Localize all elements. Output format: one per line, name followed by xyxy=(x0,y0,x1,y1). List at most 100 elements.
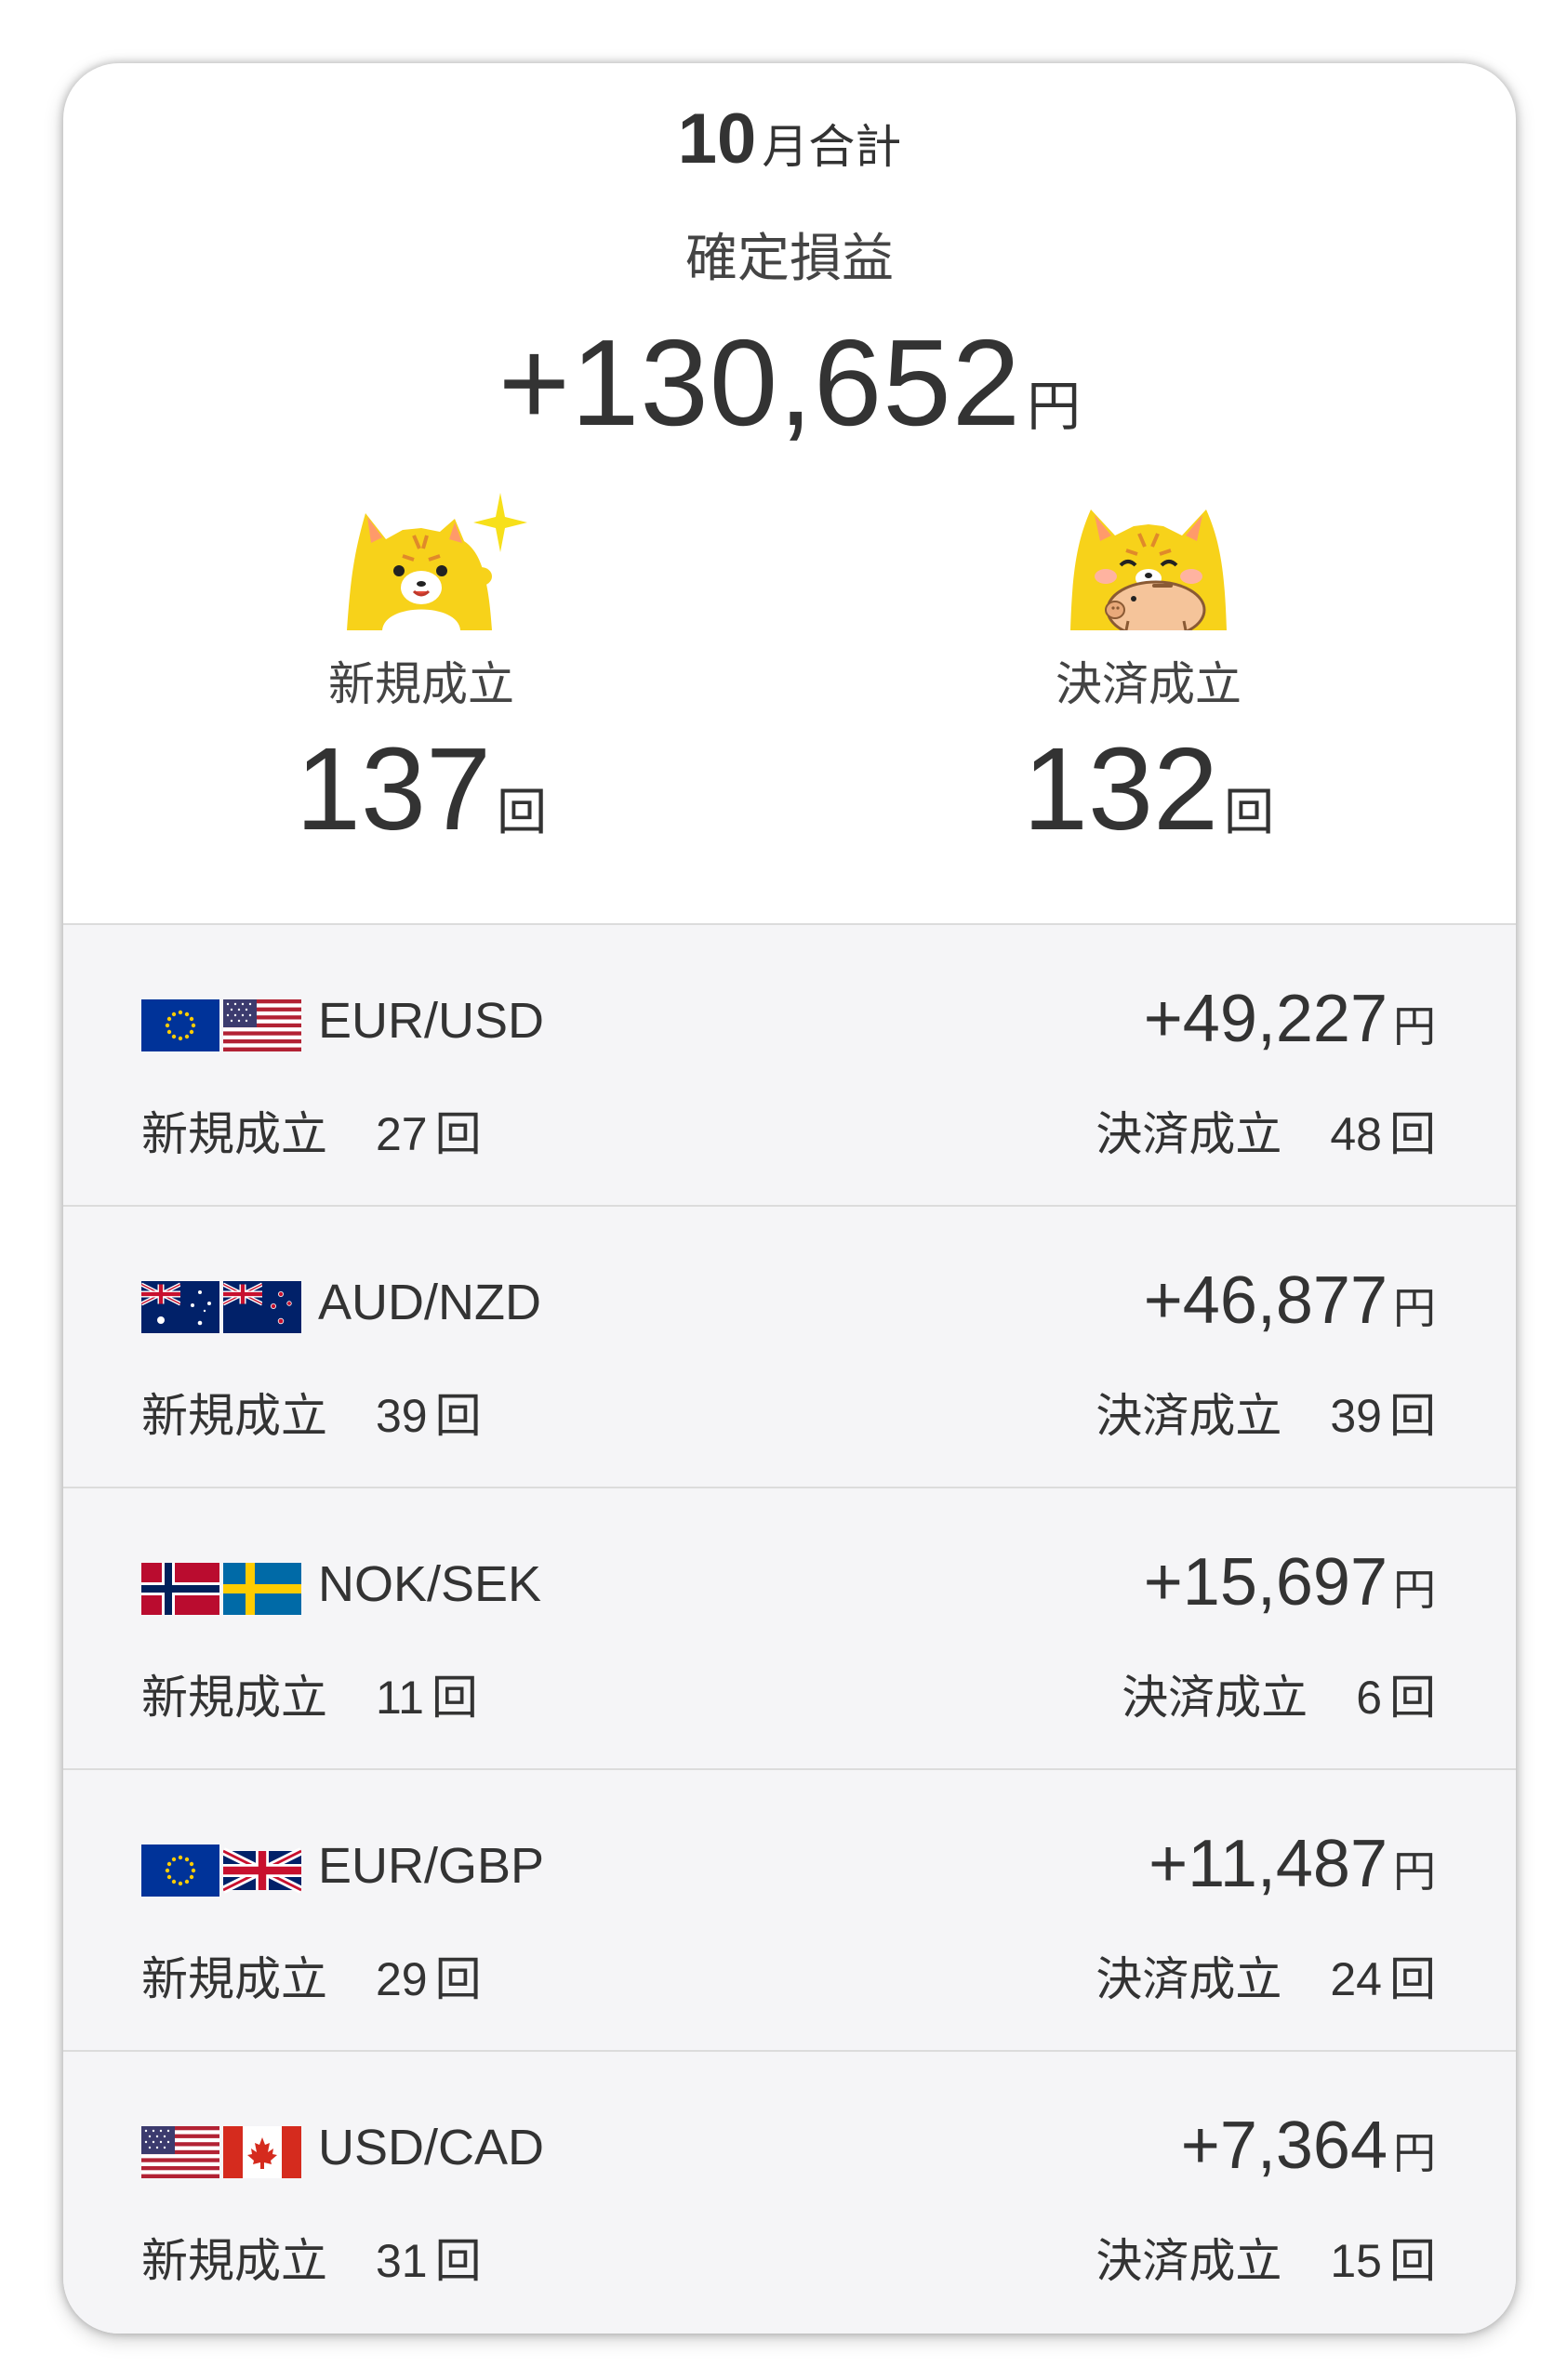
se-flag-icon xyxy=(223,1563,301,1615)
settled-orders-label: 決済成立 xyxy=(1056,658,1242,710)
count-unit: 回 xyxy=(434,2235,482,2287)
new-orders-label: 新規成立 xyxy=(141,1390,327,1442)
new-orders-count: 27 xyxy=(376,1108,428,1160)
pair-new-orders: 新規成立 39 回 xyxy=(141,1379,482,1446)
gb-flag-icon xyxy=(223,1844,301,1897)
pair-flags xyxy=(141,1844,301,1897)
settled-orders-label: 決済成立 xyxy=(1096,1953,1282,2005)
pair-settled-orders: 決済成立 48 回 xyxy=(1096,1097,1436,1164)
pair-flags xyxy=(141,2126,301,2178)
currency-pair-row[interactable]: AUD/NZD +46,877 円 新規成立 39 回 決済成立 39 回 xyxy=(63,1205,1516,1487)
pair-profit: +11,487 円 xyxy=(1149,1826,1436,1902)
count-unit: 回 xyxy=(434,1390,482,1442)
realized-pl-value: +130,652 xyxy=(498,314,1022,451)
settled-orders-count: 15 xyxy=(1330,2235,1382,2287)
pair-profit-value: +15,697 xyxy=(1143,1545,1388,1620)
new-orders-count: 31 xyxy=(376,2235,428,2287)
pair-name: EUR/GBP xyxy=(318,1838,545,1894)
pair-name: EUR/USD xyxy=(318,993,545,1049)
count-unit: 回 xyxy=(434,1108,482,1160)
new-orders-label: 新規成立 xyxy=(328,658,514,710)
new-orders-label: 新規成立 xyxy=(141,1672,327,1724)
pair-profit: +49,227 円 xyxy=(1144,981,1436,1057)
new-orders-stat: 新規成立 137 回 xyxy=(189,491,654,856)
count-unit: 回 xyxy=(434,1953,482,2005)
nz-flag-icon xyxy=(223,1281,301,1333)
au-flag-icon xyxy=(141,1281,219,1333)
new-orders-count: 137 xyxy=(295,723,492,854)
count-unit: 回 xyxy=(497,785,548,840)
pair-profit-value: +11,487 xyxy=(1149,1827,1388,1901)
pair-new-orders: 新規成立 29 回 xyxy=(141,1942,482,2009)
pair-new-orders: 新規成立 27 回 xyxy=(141,1097,482,1164)
no-flag-icon xyxy=(141,1563,219,1615)
count-unit: 回 xyxy=(1389,1108,1436,1160)
count-unit: 回 xyxy=(431,1672,478,1724)
pair-flags xyxy=(141,1281,301,1333)
settled-orders-count: 48 xyxy=(1330,1108,1382,1160)
pair-profit: +7,364 円 xyxy=(1181,2108,1436,2184)
settled-orders-count: 39 xyxy=(1330,1390,1382,1442)
pair-settled-orders: 決済成立 15 回 xyxy=(1096,2224,1436,2291)
count-unit: 回 xyxy=(1389,2235,1436,2287)
month-heading: 10 月合計 xyxy=(63,99,1516,179)
count-unit: 回 xyxy=(1389,1672,1436,1724)
currency-pair-row[interactable]: EUR/USD +49,227 円 新規成立 27 回 決済成立 48 回 xyxy=(63,923,1516,1205)
pair-profit-value: +49,227 xyxy=(1143,982,1388,1056)
new-orders-label: 新規成立 xyxy=(141,1108,327,1160)
us-flag-icon xyxy=(223,999,301,1051)
settled-orders-label: 決済成立 xyxy=(1096,2235,1282,2287)
yen-unit: 円 xyxy=(1393,1002,1436,1051)
currency-pair-row[interactable]: NOK/SEK +15,697 円 新規成立 11 回 決済成立 6 回 xyxy=(63,1487,1516,1768)
pair-flags xyxy=(141,999,301,1051)
settled-orders-count: 132 xyxy=(1022,723,1219,854)
yen-unit: 円 xyxy=(1393,1284,1436,1332)
settled-orders-label: 決済成立 xyxy=(1096,1108,1282,1160)
new-orders-count: 39 xyxy=(376,1390,428,1442)
new-orders-count: 29 xyxy=(376,1953,428,2005)
eu-flag-icon xyxy=(141,1844,219,1897)
pair-profit: +15,697 円 xyxy=(1144,1544,1436,1620)
tiger-piggybank-icon xyxy=(1070,509,1227,630)
pair-settled-orders: 決済成立 24 回 xyxy=(1096,1942,1436,2009)
count-unit: 回 xyxy=(1389,1953,1436,2005)
pair-new-orders: 新規成立 11 回 xyxy=(141,1660,478,1727)
us-flag-icon xyxy=(141,2126,219,2178)
pair-profit: +46,877 円 xyxy=(1144,1263,1436,1339)
pair-profit-value: +7,364 xyxy=(1180,2109,1388,2183)
yen-unit: 円 xyxy=(1393,1566,1436,1614)
pair-settled-orders: 決済成立 6 回 xyxy=(1122,1660,1436,1727)
pair-new-orders: 新規成立 31 回 xyxy=(141,2224,482,2291)
summary-section: 10 月合計 確定損益 +130,652 円 新規成立 137 回 決済成立 1… xyxy=(63,63,1516,923)
currency-pair-row[interactable]: EUR/GBP +11,487 円 新規成立 29 回 決済成立 24 回 xyxy=(63,1768,1516,2050)
currency-pair-row[interactable]: USD/CAD +7,364 円 新規成立 31 回 決済成立 15 回 xyxy=(63,2050,1516,2334)
count-unit: 回 xyxy=(1224,785,1275,840)
month-number: 10 xyxy=(677,99,757,178)
pair-flags xyxy=(141,1563,301,1615)
realized-pl-title: 確定損益 xyxy=(685,229,894,287)
pair-settled-orders: 決済成立 39 回 xyxy=(1096,1379,1436,1446)
new-orders-label: 新規成立 xyxy=(141,2235,327,2287)
eu-flag-icon xyxy=(141,999,219,1051)
count-unit: 回 xyxy=(1389,1390,1436,1442)
yen-unit: 円 xyxy=(1393,1847,1436,1896)
pair-name: AUD/NZD xyxy=(318,1275,541,1330)
realized-pl-total: +130,652 円 xyxy=(63,312,1516,453)
settled-orders-count: 24 xyxy=(1330,1953,1382,2005)
new-orders-total: 137 回 xyxy=(189,721,654,856)
month-label: 月合計 xyxy=(762,121,902,173)
settled-orders-label: 決済成立 xyxy=(1122,1672,1308,1724)
settled-orders-count: 6 xyxy=(1356,1672,1382,1724)
new-orders-label: 新規成立 xyxy=(141,1953,327,2005)
settled-orders-label: 決済成立 xyxy=(1096,1390,1282,1442)
ca-flag-icon xyxy=(223,2126,301,2178)
pair-profit-value: +46,877 xyxy=(1143,1263,1388,1338)
pair-name: NOK/SEK xyxy=(318,1556,542,1612)
yen-unit: 円 xyxy=(1393,2129,1436,2177)
pair-name: USD/CAD xyxy=(318,2120,545,2175)
yen-unit: 円 xyxy=(1027,377,1082,437)
settled-orders-stat: 決済成立 132 回 xyxy=(916,491,1381,856)
tiger-sparkle-icon xyxy=(347,493,527,630)
new-orders-count: 11 xyxy=(376,1672,424,1724)
settled-orders-total: 132 回 xyxy=(916,721,1381,856)
